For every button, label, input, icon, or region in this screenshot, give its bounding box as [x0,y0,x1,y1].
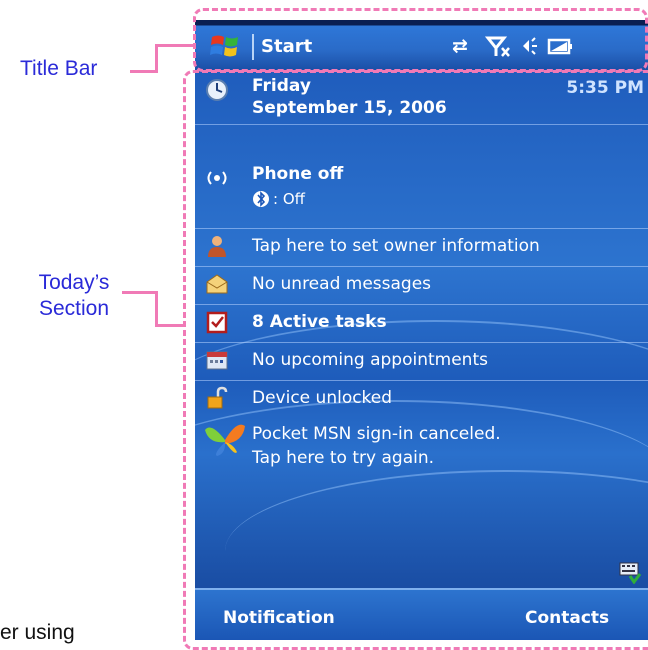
title-bar-connector-h [130,70,158,73]
today-connector-v [155,291,158,327]
title-bar-callout: Title Bar [20,57,98,80]
cut-off-caption: er using [0,621,75,644]
today-section-highlight [183,70,648,650]
title-bar-highlight [193,8,648,72]
today-connector-h2 [155,324,185,327]
title-bar-connector-v [155,44,158,73]
today-connector-h1 [122,291,156,294]
todays-section-callout: Today’s Section [38,271,110,321]
title-bar-connector-top [155,44,193,47]
